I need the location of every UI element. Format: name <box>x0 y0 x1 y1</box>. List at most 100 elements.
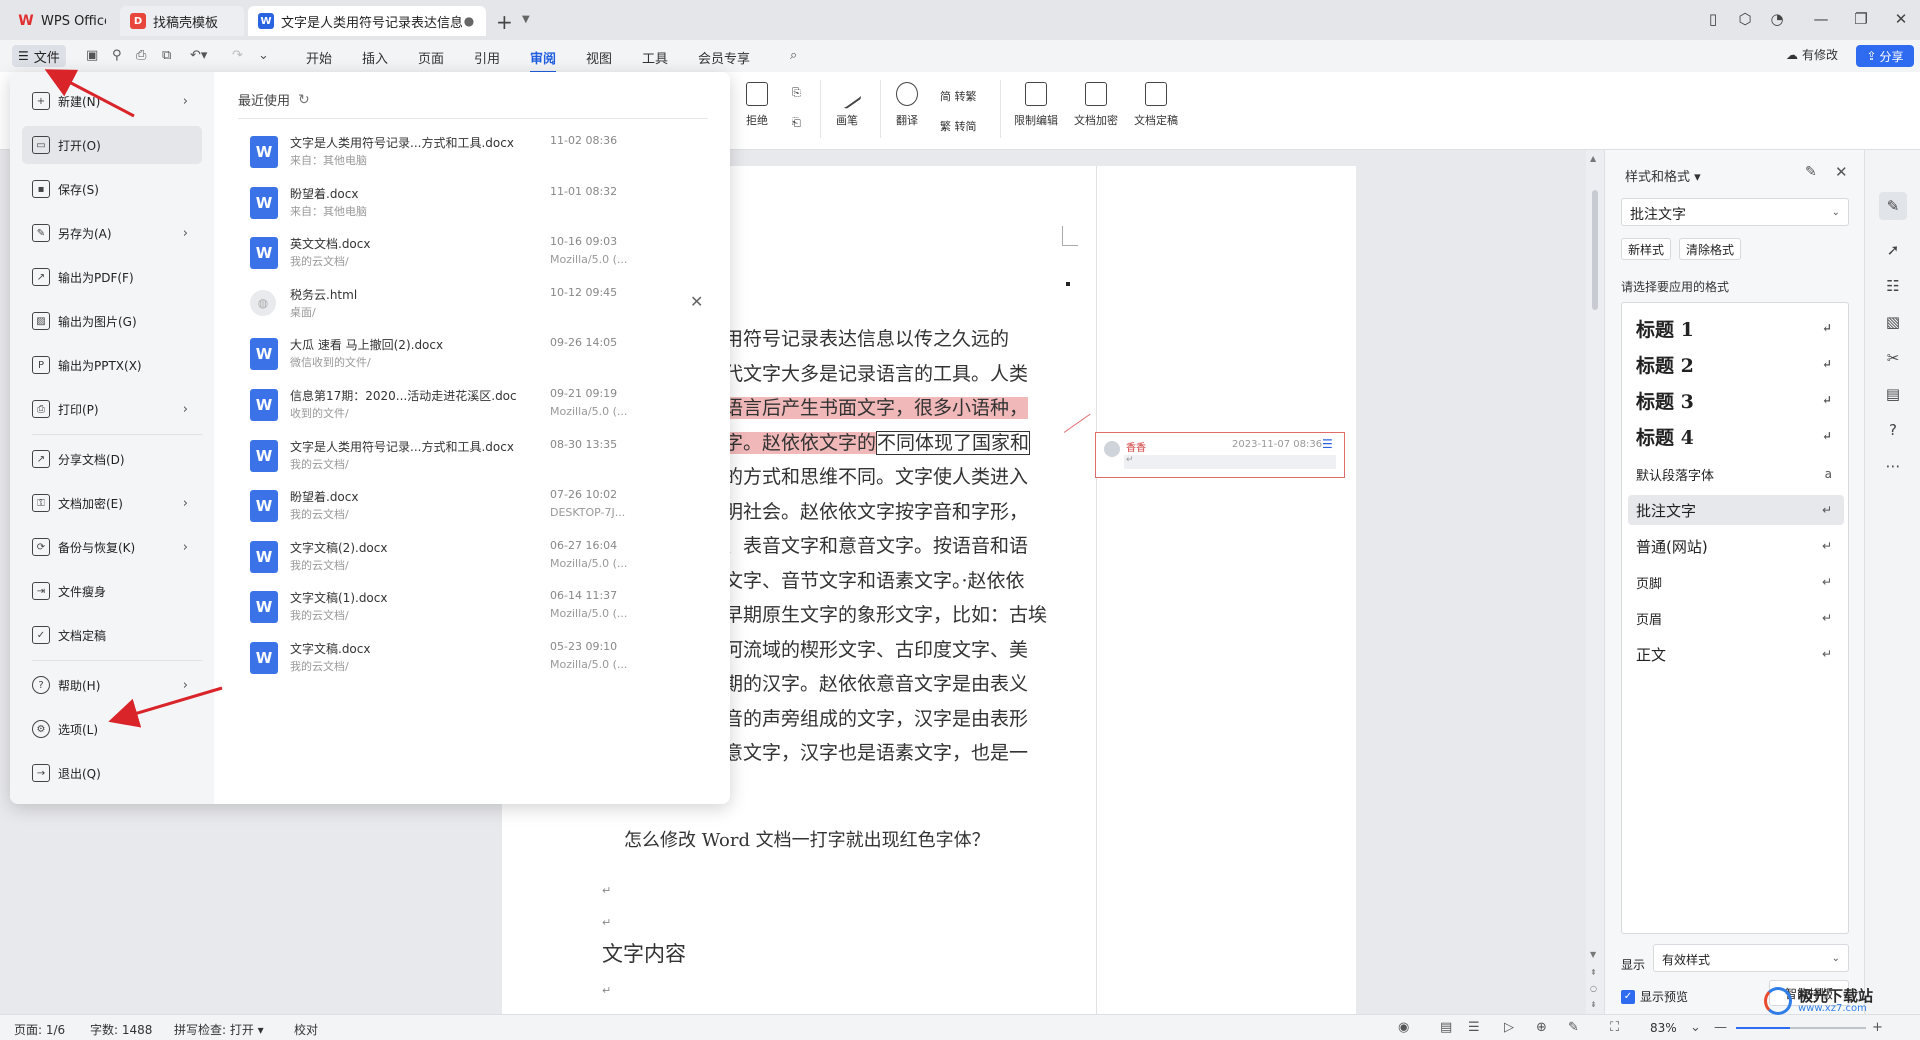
new-style-button[interactable]: 新样式 <box>1621 238 1672 260</box>
prev-change-icon[interactable]: ⎗ <box>792 116 801 130</box>
tab-close-icon[interactable]: ● <box>462 14 476 28</box>
style-item-header[interactable]: 页眉 ↵ <box>1628 603 1844 633</box>
play-icon[interactable]: ▷ <box>1504 1020 1514 1035</box>
comment-input[interactable]: ↵ <box>1124 455 1336 469</box>
next-change-icon[interactable]: ⎘ <box>792 86 801 100</box>
style-item-heading-2[interactable]: 标题 2 ↵ <box>1628 349 1844 379</box>
redo-icon[interactable]: ↷ <box>232 48 243 63</box>
minimize-icon[interactable]: — <box>1810 10 1832 28</box>
recent-file-row[interactable]: W 信息第17期：2020...活动走进花溪区.doc 收到的文件/09-21 09… <box>238 381 698 431</box>
restrict-edit-button[interactable]: 限制编辑 <box>1014 82 1058 128</box>
page-view-icon[interactable]: ▤ <box>1440 1020 1452 1035</box>
sliders-icon[interactable]: ☷ <box>1883 276 1903 296</box>
recent-file-row[interactable]: ◍ 税务云.html 桌面/10-12 09:45 ✕ <box>238 280 703 330</box>
menu-item-export-pdf[interactable]: ↗ 输出为PDF(F) <box>22 258 202 296</box>
tab-page[interactable]: 页面 <box>418 48 444 67</box>
avatar[interactable]: ◔ <box>1766 10 1788 28</box>
style-item-heading-3[interactable]: 标题 3 ↵ <box>1628 385 1844 415</box>
chevron-down-icon[interactable]: ⌄ <box>258 48 269 63</box>
proofread-button[interactable]: 校对 <box>294 1021 318 1038</box>
eye-icon[interactable]: ◉ <box>1398 1020 1409 1035</box>
print-icon[interactable]: ⎙ <box>136 48 146 63</box>
translate-button[interactable]: 翻译 <box>896 82 918 128</box>
pin-icon[interactable]: ✎ <box>1805 164 1817 180</box>
prev-page-icon[interactable]: ⇞ <box>1590 968 1597 977</box>
menu-item-new[interactable]: + 新建(N) › <box>22 82 202 120</box>
more-icon[interactable]: ⋯ <box>1883 456 1903 476</box>
style-brush-icon[interactable]: ✎ <box>1879 192 1907 220</box>
select-cursor-icon[interactable]: ➚ <box>1883 240 1903 260</box>
page-indicator[interactable]: 页面: 1/6 <box>14 1021 65 1038</box>
menu-item-save[interactable]: ▪ 保存(S) <box>22 170 202 208</box>
web-view-icon[interactable]: ⊕ <box>1536 1020 1547 1035</box>
reject-button[interactable]: 拒绝 <box>746 82 768 128</box>
current-style-select[interactable]: 批注文字 ⌄ <box>1621 198 1849 226</box>
style-item-heading-1[interactable]: 标题 1 ↵ <box>1628 313 1844 343</box>
menu-item-backup[interactable]: ⟳ 备份与恢复(K) › <box>22 528 202 566</box>
style-item-heading-4[interactable]: 标题 4 ↵ <box>1628 421 1844 451</box>
tab-start[interactable]: 开始 <box>306 48 332 67</box>
comment-menu-icon[interactable]: ☰ <box>1322 437 1333 451</box>
zoom-out-icon[interactable]: — <box>1714 1020 1727 1035</box>
clear-format-button[interactable]: 清除格式 <box>1679 238 1742 260</box>
menu-item-options[interactable]: ⚙ 选项(L) <box>22 710 202 748</box>
zoom-slider[interactable] <box>1736 1027 1866 1029</box>
close-icon[interactable]: ✕ <box>1890 10 1912 28</box>
scroll-up-icon[interactable]: ▲ <box>1590 154 1596 163</box>
menu-item-open[interactable]: ▭ 打开(O) <box>22 126 202 164</box>
to-simplified-button[interactable]: 繁 转简 <box>940 118 977 134</box>
tab-wps-office[interactable]: W WPS Office <box>8 6 116 36</box>
show-preview-checkbox[interactable]: ✓ 显示预览 <box>1621 988 1688 1005</box>
menu-item-save-as[interactable]: ✎ 另存为(A) › <box>22 214 202 252</box>
doc-encrypt-button[interactable]: 文档加密 <box>1074 82 1118 128</box>
chevron-down-icon[interactable]: ▼ <box>522 14 530 25</box>
chevron-down-icon[interactable]: ⌄ <box>1690 1020 1701 1035</box>
menu-item-print[interactable]: ⎙ 打印(P) › <box>22 390 202 428</box>
help-icon[interactable]: ? <box>1883 420 1903 440</box>
document-heading[interactable]: 文字内容 <box>602 938 686 968</box>
document-body-text[interactable]: 类用符号记录表达信息以传之久远的 现代文字大多是记录语言的工具。人类 的语言后产… <box>705 322 1065 771</box>
document-question[interactable]: 怎么修改 Word 文档一打字就出现红色字体？ <box>624 826 990 852</box>
menu-item-finalize[interactable]: ✓ 文档定稿 <box>22 616 202 654</box>
recent-file-row[interactable]: W 文字文稿.docx 我的云文档/05-23 09:10 Mozilla/5.0 (… <box>238 634 698 684</box>
doc-finalize-button[interactable]: 文档定稿 <box>1134 82 1178 128</box>
comment-card[interactable]: 香香 2023-11-07 08:36 ☰ ↵ <box>1095 432 1345 478</box>
modify-status-button[interactable]: ☁ 有修改 <box>1786 46 1838 63</box>
recent-file-row[interactable]: W 文字是人类用符号记录...方式和工具.docx 来自：其他电脑 11-02 08:… <box>238 128 698 178</box>
menu-item-export-image[interactable]: ▨ 输出为图片(G) <box>22 302 202 340</box>
cube-icon[interactable]: ⬡ <box>1734 10 1756 28</box>
show-filter-select[interactable]: 有效样式 ⌄ <box>1653 944 1849 972</box>
zoom-in-icon[interactable]: + <box>1872 1020 1883 1035</box>
tab-review[interactable]: 审阅 <box>530 48 557 73</box>
tab-view[interactable]: 视图 <box>586 48 612 67</box>
layout-icon[interactable]: ▯ <box>1702 10 1724 28</box>
select-browse-icon[interactable]: ○ <box>1590 984 1597 993</box>
tab-tools[interactable]: 工具 <box>642 48 668 67</box>
style-item-normal-web[interactable]: 普通(网站) ↵ <box>1628 531 1844 561</box>
tab-member[interactable]: 会员专享 <box>698 48 750 67</box>
remove-recent-icon[interactable]: ✕ <box>690 292 703 311</box>
undo-icon[interactable]: ↶▾ <box>190 48 207 63</box>
next-page-icon[interactable]: ⇟ <box>1590 1000 1597 1009</box>
style-item-default-font[interactable]: 默认段落字体 a <box>1628 459 1844 489</box>
menu-item-slim[interactable]: ⇥ 文件瘦身 <box>22 572 202 610</box>
tools-icon[interactable]: ✂ <box>1883 348 1903 368</box>
vertical-scrollbar[interactable]: ▲ ▼ ⇞ ○ ⇟ <box>1586 150 1604 1014</box>
add-tab-icon[interactable]: + <box>496 10 513 34</box>
recent-file-row[interactable]: W 文字文稿(2).docx 我的云文档/06-27 16:04 Mozilla/5.… <box>238 533 698 583</box>
tab-document[interactable]: W 文字是人类用符号记录表达信息以 ● <box>248 6 486 36</box>
recent-file-row[interactable]: W 盼望着.docx 我的云文档/07-26 10:02 DESKTOP-7J... <box>238 482 698 532</box>
zoom-level[interactable]: 83% <box>1650 1021 1677 1035</box>
spell-check-toggle[interactable]: 拼写检查: 打开 ▾ <box>174 1021 264 1038</box>
save-icon[interactable]: ▣ <box>86 48 98 63</box>
tab-reference[interactable]: 引用 <box>474 48 500 67</box>
recent-file-row[interactable]: W 英文文档.docx 我的云文档/10-16 09:03 Mozilla/5.0 (… <box>238 229 698 279</box>
outline-view-icon[interactable]: ☰ <box>1468 1020 1480 1035</box>
to-traditional-button[interactable]: 简 转繁 <box>940 88 977 104</box>
style-item-footer[interactable]: 页脚 ↵ <box>1628 567 1844 597</box>
restore-icon[interactable]: ❐ <box>1850 10 1872 28</box>
styles-panel-title[interactable]: 样式和格式 ▾ <box>1625 166 1701 185</box>
file-menu-button[interactable]: ☰ 文件 <box>12 45 66 67</box>
tab-template[interactable]: D 找稿壳模板 <box>120 6 244 36</box>
recent-file-row[interactable]: W 大瓜 速看 马上撤回(2).docx 微信收到的文件/09-26 14:05 <box>238 330 698 380</box>
